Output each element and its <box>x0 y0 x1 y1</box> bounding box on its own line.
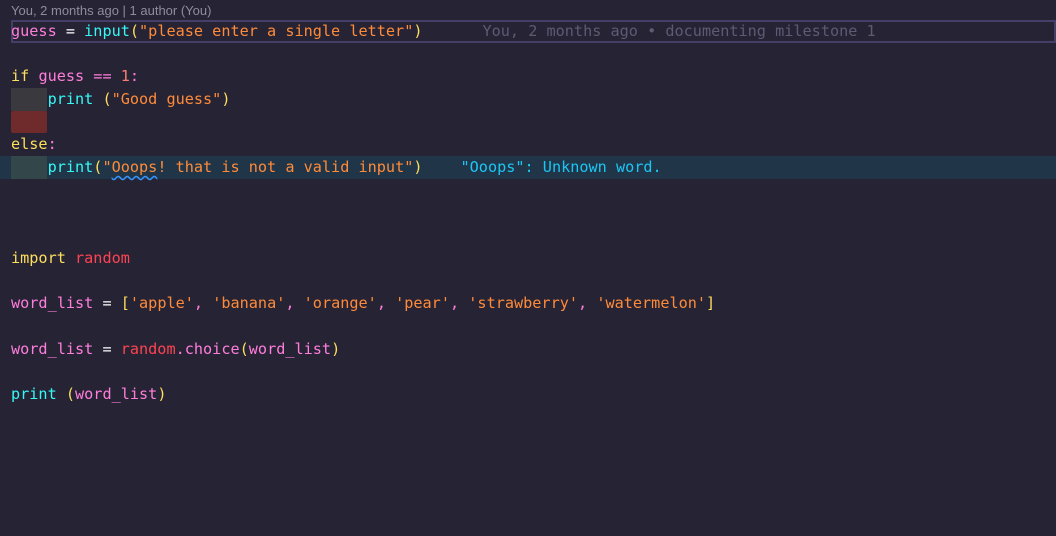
token: 1 <box>120 67 130 86</box>
token: ! that is not a valid input" <box>157 158 414 177</box>
token: ( <box>93 90 112 109</box>
token: , <box>193 294 213 313</box>
token: ( <box>56 385 76 403</box>
code-line-4[interactable]: print ("Good guess") <box>0 88 1056 111</box>
git-deleted-indicator <box>11 110 47 134</box>
code-line-9[interactable] <box>0 202 1056 225</box>
token: guess <box>38 67 85 86</box>
codelens-blame[interactable]: You, 2 months ago | 1 author (You) <box>11 3 211 18</box>
token: == <box>84 67 121 86</box>
token: random <box>120 339 176 358</box>
token: = <box>93 339 121 358</box>
token: = <box>56 22 85 40</box>
token: guess <box>11 22 57 40</box>
code-line-2[interactable] <box>0 43 1056 66</box>
code-line-16[interactable] <box>0 360 1056 383</box>
token: ) <box>413 158 423 177</box>
token: word_list <box>248 339 332 358</box>
token: print <box>11 385 57 403</box>
token: print <box>47 158 94 177</box>
token: = <box>93 294 121 313</box>
token: ) <box>221 90 231 109</box>
token: random <box>75 248 130 267</box>
token: word_list <box>11 294 94 313</box>
token: 'pear' <box>395 294 450 313</box>
token: ] <box>706 294 716 313</box>
code-line-5[interactable] <box>0 110 1056 134</box>
token: : <box>129 67 140 86</box>
code-editor[interactable]: guess = input("please enter a single let… <box>0 20 1056 406</box>
token: .choice <box>175 339 240 358</box>
token: ) <box>413 22 423 40</box>
token: if <box>11 67 39 86</box>
token: "please enter a single letter" <box>139 22 414 40</box>
code-line-11[interactable]: import random <box>0 247 1056 270</box>
token: ( <box>129 22 140 40</box>
token: 'strawberry' <box>468 294 579 313</box>
token: import <box>11 248 76 267</box>
token: , <box>376 294 396 313</box>
inline-diagnostic: "Ooops": Unknown word. <box>460 158 662 177</box>
token: 'banana' <box>212 294 286 313</box>
code-line-3[interactable]: if guess == 1: <box>0 65 1056 88</box>
token: , <box>578 294 597 313</box>
code-line-14[interactable] <box>0 315 1056 338</box>
token: print <box>47 90 94 109</box>
code-line-1[interactable]: guess = input("please enter a single let… <box>11 20 1056 43</box>
code-line-7[interactable]: print("Ooops! that is not a valid input"… <box>0 156 1056 179</box>
token: "Good guess" <box>111 90 222 109</box>
token: ) <box>331 339 341 358</box>
code-line-10[interactable] <box>0 224 1056 247</box>
token: 'watermelon' <box>596 294 707 313</box>
token: input <box>84 22 130 40</box>
token: 'apple' <box>129 294 194 313</box>
token: ( <box>239 339 249 358</box>
code-line-13[interactable]: word_list = ['apple', 'banana', 'orange'… <box>0 292 1056 315</box>
token: " <box>102 158 112 177</box>
token: word_list <box>75 385 158 403</box>
code-line-12[interactable] <box>0 270 1056 293</box>
token: , <box>285 294 304 313</box>
token: : <box>47 135 57 154</box>
inline-blame: You, 2 months ago • documenting mileston… <box>482 22 876 40</box>
token: [ <box>120 294 130 313</box>
code-line-17[interactable]: print (word_list) <box>0 383 1056 406</box>
token: ) <box>157 385 167 403</box>
code-line-6[interactable]: else: <box>0 133 1056 156</box>
spelling-error[interactable]: Ooops <box>112 158 158 176</box>
code-line-8[interactable] <box>0 179 1056 202</box>
token: 'orange' <box>303 294 377 313</box>
token: word_list <box>11 339 94 358</box>
token: , <box>449 294 469 313</box>
code-line-15[interactable]: word_list = random.choice(word_list) <box>0 338 1056 361</box>
token: else <box>11 135 48 154</box>
